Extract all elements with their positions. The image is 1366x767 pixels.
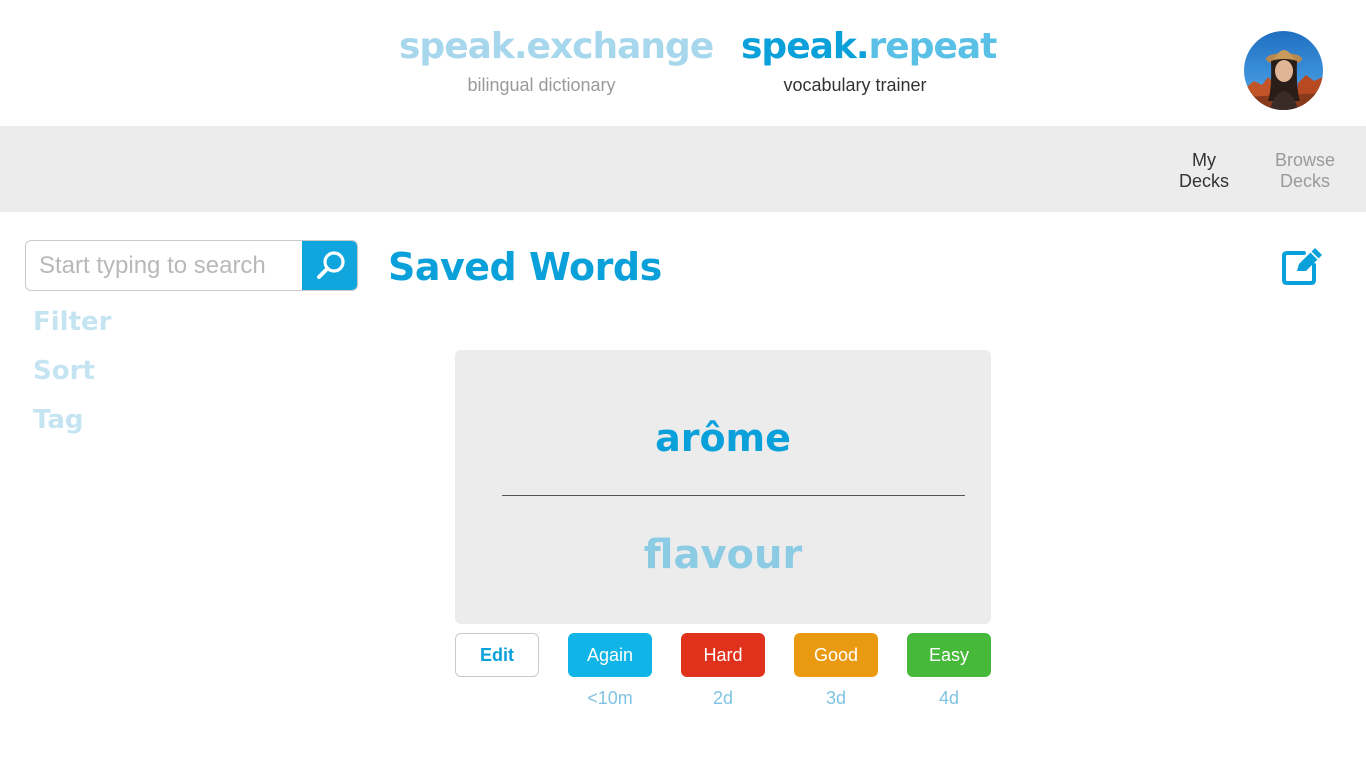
again-interval: <10m [587,688,633,708]
edit-card-button[interactable]: Edit [455,633,539,677]
card-back-translation: flavour [643,532,803,578]
sort-link[interactable]: Sort [33,355,95,387]
user-avatar[interactable] [1244,31,1323,110]
again-button[interactable]: Again [568,633,652,677]
nav-my-decks[interactable]: My Decks [1164,150,1244,192]
search-icon [316,250,345,279]
good-button[interactable]: Good [794,633,878,677]
edit-icon [1282,248,1322,285]
search-button[interactable] [302,241,357,290]
hard-button[interactable]: Hard [681,633,765,677]
tag-link[interactable]: Tag [33,404,84,436]
brand-exchange-name: speak.exchange [399,26,714,67]
card-front-word: arôme [655,416,791,460]
search-box [25,240,358,291]
card-divider [502,495,965,496]
app-header: speak.exchange bilingual dictionary spea… [0,0,1366,126]
avatar-photo-icon [1244,31,1323,110]
easy-button[interactable]: Easy [907,633,991,677]
edit-deck-button[interactable] [1280,246,1324,286]
filter-link[interactable]: Filter [33,306,111,338]
top-nav-bar: My Decks Browse Decks [0,126,1366,212]
nav-browse-decks[interactable]: Browse Decks [1262,150,1348,192]
brand-repeat-subtitle: vocabulary trainer [783,75,927,95]
brand-exchange-subtitle: bilingual dictionary [467,75,616,95]
flashcard[interactable]: arôme flavour [455,350,991,624]
hard-interval: 2d [712,688,734,708]
brand-speak-exchange[interactable]: speak.exchange bilingual dictionary [399,24,714,96]
easy-interval: 4d [938,688,960,708]
page-title: Saved Words [388,245,662,289]
brand-speak-repeat[interactable]: speak.repeat vocabulary trainer [741,24,997,96]
good-interval: 3d [825,688,847,708]
brand-repeat-name: speak.repeat [741,26,997,67]
search-input[interactable] [26,241,303,290]
